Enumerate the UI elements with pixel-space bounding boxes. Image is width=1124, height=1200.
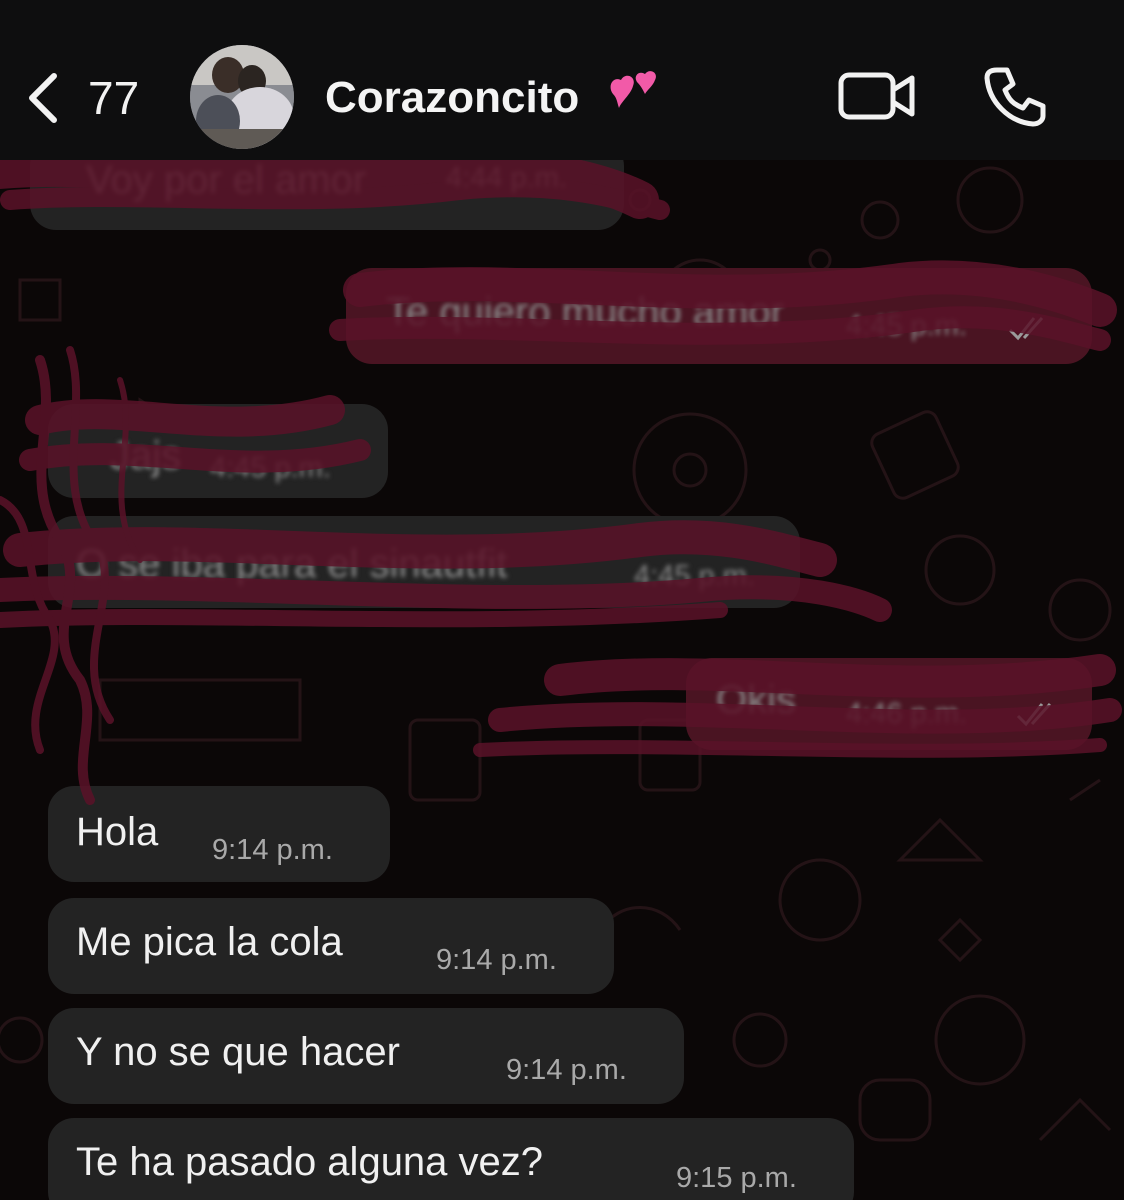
message-text: Hola xyxy=(76,810,159,854)
message-time: 4:45 p.m. xyxy=(846,310,967,342)
message-text: O se iba para el sinautfit xyxy=(76,542,508,586)
message-time: 9:14 p.m. xyxy=(436,944,557,976)
message-time: 9:14 p.m. xyxy=(212,834,333,866)
message-text: Y no se que hacer xyxy=(76,1030,400,1074)
chevron-left-icon[interactable] xyxy=(24,72,64,124)
message-time: 9:15 p.m. xyxy=(676,1162,797,1194)
message-bubble-incoming[interactable]: Y no se que hacer 9:14 p.m. xyxy=(48,1008,684,1104)
chat-area[interactable]: Voy por el amor 4:44 p.m. Te quiero much… xyxy=(0,160,1124,1200)
message-bubble-outgoing[interactable]: Te quiero mucho amor 4:45 p.m. xyxy=(346,268,1092,364)
message-time: 4:46 p.m. xyxy=(846,698,967,730)
contact-name[interactable]: Corazoncito xyxy=(325,72,579,124)
voice-call-button[interactable] xyxy=(983,64,1047,128)
message-text: Me pica la cola xyxy=(76,920,343,964)
video-call-button[interactable] xyxy=(838,70,916,122)
message-text: Voy por el amor xyxy=(86,160,367,202)
back-unread-count[interactable]: 77 xyxy=(88,72,139,124)
message-bubble-incoming[interactable]: Voy por el amor 4:44 p.m. xyxy=(30,160,624,230)
avatar[interactable] xyxy=(190,45,294,149)
message-text: Te ha pasado alguna vez? xyxy=(76,1140,544,1184)
message-time: 4:45 p.m. xyxy=(210,452,331,484)
message-time: 9:14 p.m. xyxy=(506,1054,627,1086)
message-bubble-incoming[interactable]: Hola 9:14 p.m. xyxy=(48,786,390,882)
message-text: Te quiero mucho amor xyxy=(386,290,784,334)
message-text: Jajs xyxy=(110,434,182,478)
message-text: Okis xyxy=(716,678,796,722)
message-bubble-incoming[interactable]: Te ha pasado alguna vez? 9:15 p.m. xyxy=(48,1118,854,1200)
message-bubble-incoming[interactable]: Jajs 4:45 p.m. xyxy=(48,404,388,498)
message-time: 4:45 p.m. xyxy=(634,560,755,592)
message-time: 4:44 p.m. xyxy=(446,162,567,194)
chat-header: 77 Corazoncito xyxy=(0,0,1124,160)
message-bubble-incoming[interactable]: Me pica la cola 9:14 p.m. xyxy=(48,898,614,994)
message-bubble-outgoing[interactable]: Okis 4:46 p.m. xyxy=(686,658,1092,750)
read-ticks-icon xyxy=(1016,702,1052,727)
read-ticks-icon xyxy=(1008,316,1044,341)
two-hearts-icon xyxy=(610,71,656,108)
message-bubble-incoming[interactable]: O se iba para el sinautfit 4:45 p.m. xyxy=(48,516,800,608)
